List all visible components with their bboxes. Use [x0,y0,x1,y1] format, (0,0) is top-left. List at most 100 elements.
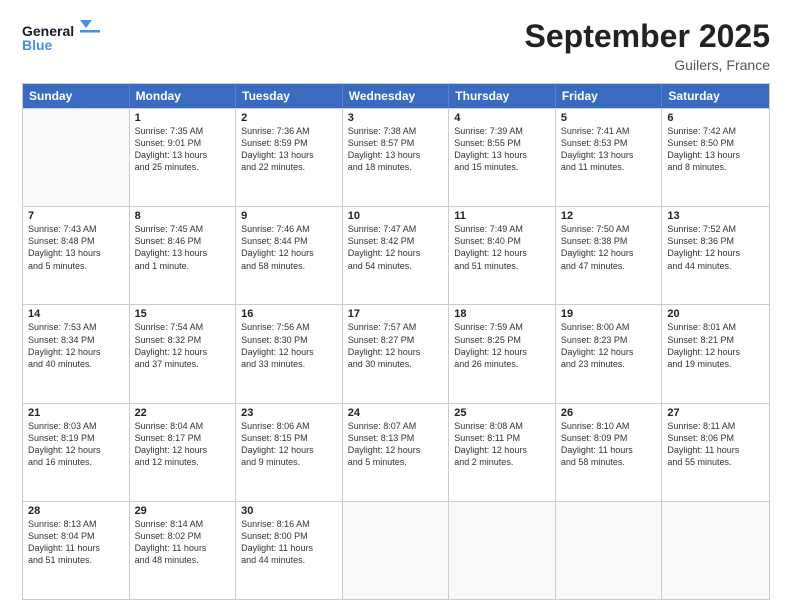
location: Guilers, France [525,57,770,73]
calendar-row: 21Sunrise: 8:03 AM Sunset: 8:19 PM Dayli… [23,403,769,501]
day-number: 13 [667,210,764,222]
day-number: 15 [135,308,231,320]
calendar-cell: 8Sunrise: 7:45 AM Sunset: 8:46 PM Daylig… [130,207,237,304]
day-number: 20 [667,308,764,320]
calendar-cell [556,502,663,599]
calendar-cell: 23Sunrise: 8:06 AM Sunset: 8:15 PM Dayli… [236,404,343,501]
cell-info: Sunrise: 7:36 AM Sunset: 8:59 PM Dayligh… [241,125,337,174]
logo: General Blue [22,18,102,60]
day-number: 18 [454,308,550,320]
cell-info: Sunrise: 7:50 AM Sunset: 8:38 PM Dayligh… [561,223,657,272]
calendar-cell: 20Sunrise: 8:01 AM Sunset: 8:21 PM Dayli… [662,305,769,402]
day-number: 21 [28,407,124,419]
calendar-cell: 22Sunrise: 8:04 AM Sunset: 8:17 PM Dayli… [130,404,237,501]
calendar-cell: 9Sunrise: 7:46 AM Sunset: 8:44 PM Daylig… [236,207,343,304]
month-title: September 2025 [525,18,770,55]
calendar-cell: 7Sunrise: 7:43 AM Sunset: 8:48 PM Daylig… [23,207,130,304]
cell-info: Sunrise: 7:46 AM Sunset: 8:44 PM Dayligh… [241,223,337,272]
cell-info: Sunrise: 8:01 AM Sunset: 8:21 PM Dayligh… [667,321,764,370]
calendar-cell: 1Sunrise: 7:35 AM Sunset: 9:01 PM Daylig… [130,109,237,206]
calendar-cell: 11Sunrise: 7:49 AM Sunset: 8:40 PM Dayli… [449,207,556,304]
cell-info: Sunrise: 8:07 AM Sunset: 8:13 PM Dayligh… [348,420,444,469]
day-number: 10 [348,210,444,222]
calendar-cell: 13Sunrise: 7:52 AM Sunset: 8:36 PM Dayli… [662,207,769,304]
cell-info: Sunrise: 7:53 AM Sunset: 8:34 PM Dayligh… [28,321,124,370]
cell-info: Sunrise: 7:56 AM Sunset: 8:30 PM Dayligh… [241,321,337,370]
cell-info: Sunrise: 8:13 AM Sunset: 8:04 PM Dayligh… [28,518,124,567]
day-number: 28 [28,505,124,517]
page: General Blue September 2025 Guilers, Fra… [0,0,792,612]
day-number: 23 [241,407,337,419]
header: General Blue September 2025 Guilers, Fra… [22,18,770,73]
calendar-cell: 3Sunrise: 7:38 AM Sunset: 8:57 PM Daylig… [343,109,450,206]
calendar-cell: 24Sunrise: 8:07 AM Sunset: 8:13 PM Dayli… [343,404,450,501]
cell-info: Sunrise: 8:11 AM Sunset: 8:06 PM Dayligh… [667,420,764,469]
day-number: 6 [667,112,764,124]
cell-info: Sunrise: 8:14 AM Sunset: 8:02 PM Dayligh… [135,518,231,567]
calendar-cell: 16Sunrise: 7:56 AM Sunset: 8:30 PM Dayli… [236,305,343,402]
day-number: 30 [241,505,337,517]
weekday-header: Tuesday [236,84,343,108]
day-number: 8 [135,210,231,222]
weekday-header: Monday [130,84,237,108]
day-number: 11 [454,210,550,222]
cell-info: Sunrise: 8:04 AM Sunset: 8:17 PM Dayligh… [135,420,231,469]
cell-info: Sunrise: 7:49 AM Sunset: 8:40 PM Dayligh… [454,223,550,272]
calendar-cell: 25Sunrise: 8:08 AM Sunset: 8:11 PM Dayli… [449,404,556,501]
cell-info: Sunrise: 7:42 AM Sunset: 8:50 PM Dayligh… [667,125,764,174]
day-number: 24 [348,407,444,419]
calendar-row: 14Sunrise: 7:53 AM Sunset: 8:34 PM Dayli… [23,304,769,402]
day-number: 1 [135,112,231,124]
cell-info: Sunrise: 7:39 AM Sunset: 8:55 PM Dayligh… [454,125,550,174]
cell-info: Sunrise: 7:59 AM Sunset: 8:25 PM Dayligh… [454,321,550,370]
calendar-header: SundayMondayTuesdayWednesdayThursdayFrid… [23,84,769,108]
calendar-cell: 6Sunrise: 7:42 AM Sunset: 8:50 PM Daylig… [662,109,769,206]
calendar-cell: 12Sunrise: 7:50 AM Sunset: 8:38 PM Dayli… [556,207,663,304]
calendar-cell: 21Sunrise: 8:03 AM Sunset: 8:19 PM Dayli… [23,404,130,501]
calendar-row: 1Sunrise: 7:35 AM Sunset: 9:01 PM Daylig… [23,108,769,206]
weekday-header: Thursday [449,84,556,108]
day-number: 19 [561,308,657,320]
cell-info: Sunrise: 8:10 AM Sunset: 8:09 PM Dayligh… [561,420,657,469]
cell-info: Sunrise: 7:54 AM Sunset: 8:32 PM Dayligh… [135,321,231,370]
calendar-cell [343,502,450,599]
logo-svg: General Blue [22,18,102,60]
calendar-cell [23,109,130,206]
cell-info: Sunrise: 7:45 AM Sunset: 8:46 PM Dayligh… [135,223,231,272]
calendar-cell: 27Sunrise: 8:11 AM Sunset: 8:06 PM Dayli… [662,404,769,501]
day-number: 14 [28,308,124,320]
calendar-cell: 5Sunrise: 7:41 AM Sunset: 8:53 PM Daylig… [556,109,663,206]
day-number: 27 [667,407,764,419]
calendar-cell: 19Sunrise: 8:00 AM Sunset: 8:23 PM Dayli… [556,305,663,402]
cell-info: Sunrise: 8:03 AM Sunset: 8:19 PM Dayligh… [28,420,124,469]
day-number: 2 [241,112,337,124]
day-number: 5 [561,112,657,124]
calendar-cell: 30Sunrise: 8:16 AM Sunset: 8:00 PM Dayli… [236,502,343,599]
weekday-header: Friday [556,84,663,108]
day-number: 29 [135,505,231,517]
day-number: 3 [348,112,444,124]
calendar-cell: 4Sunrise: 7:39 AM Sunset: 8:55 PM Daylig… [449,109,556,206]
day-number: 7 [28,210,124,222]
cell-info: Sunrise: 7:41 AM Sunset: 8:53 PM Dayligh… [561,125,657,174]
weekday-header: Saturday [662,84,769,108]
day-number: 9 [241,210,337,222]
cell-info: Sunrise: 8:06 AM Sunset: 8:15 PM Dayligh… [241,420,337,469]
calendar-cell [449,502,556,599]
cell-info: Sunrise: 8:08 AM Sunset: 8:11 PM Dayligh… [454,420,550,469]
calendar-cell: 29Sunrise: 8:14 AM Sunset: 8:02 PM Dayli… [130,502,237,599]
cell-info: Sunrise: 7:35 AM Sunset: 9:01 PM Dayligh… [135,125,231,174]
calendar-cell: 2Sunrise: 7:36 AM Sunset: 8:59 PM Daylig… [236,109,343,206]
day-number: 25 [454,407,550,419]
day-number: 17 [348,308,444,320]
calendar-cell: 28Sunrise: 8:13 AM Sunset: 8:04 PM Dayli… [23,502,130,599]
day-number: 22 [135,407,231,419]
calendar-cell: 17Sunrise: 7:57 AM Sunset: 8:27 PM Dayli… [343,305,450,402]
day-number: 12 [561,210,657,222]
day-number: 4 [454,112,550,124]
calendar-cell: 10Sunrise: 7:47 AM Sunset: 8:42 PM Dayli… [343,207,450,304]
cell-info: Sunrise: 8:16 AM Sunset: 8:00 PM Dayligh… [241,518,337,567]
cell-info: Sunrise: 8:00 AM Sunset: 8:23 PM Dayligh… [561,321,657,370]
weekday-header: Sunday [23,84,130,108]
calendar-cell [662,502,769,599]
